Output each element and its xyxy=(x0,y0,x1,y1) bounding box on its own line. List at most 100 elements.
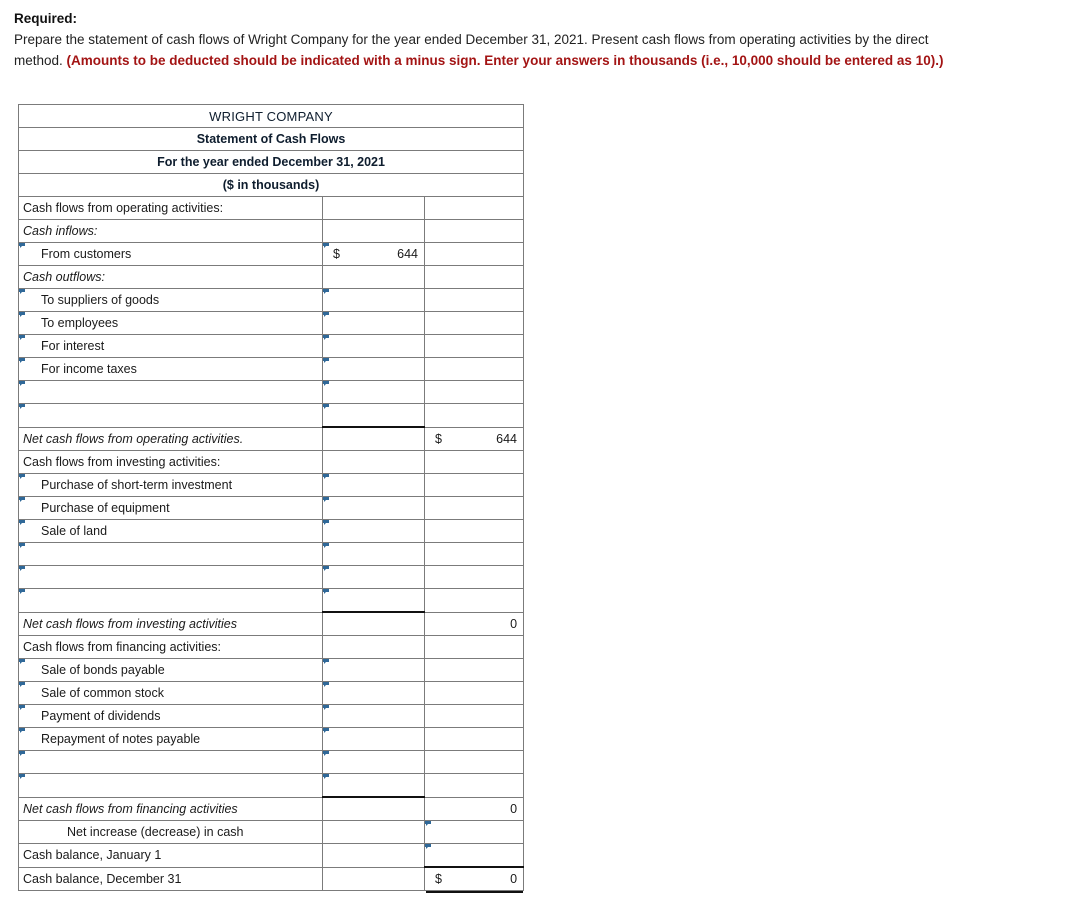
line-item-label: From customers xyxy=(41,247,132,261)
amount-content xyxy=(323,404,424,426)
amount-cell-mid xyxy=(322,219,425,243)
statement-title-header: Statement of Cash Flows xyxy=(17,127,525,151)
line-item-select[interactable] xyxy=(18,750,323,774)
chevron-down-icon xyxy=(19,774,25,779)
line-item-label-cell: Cash flows from operating activities: xyxy=(18,196,323,220)
line-item-select[interactable]: To suppliers of goods xyxy=(18,288,323,312)
line-item-select[interactable]: Sale of bonds payable xyxy=(18,658,323,682)
amount-input-mid[interactable] xyxy=(322,588,425,613)
line-item-select[interactable]: For income taxes xyxy=(18,357,323,381)
line-item-select[interactable] xyxy=(18,588,323,613)
line-item-select[interactable]: Sale of common stock xyxy=(18,681,323,705)
line-item-select[interactable]: To employees xyxy=(18,311,323,335)
line-item-select[interactable] xyxy=(18,565,323,589)
amount-cell-mid xyxy=(322,196,425,220)
table-row xyxy=(18,403,525,428)
line-item-label: Purchase of equipment xyxy=(41,501,170,515)
chevron-down-icon xyxy=(323,589,329,594)
amount-content xyxy=(425,197,523,219)
line-item-select[interactable]: Purchase of short-term investment xyxy=(18,473,323,497)
amount-cell-mid xyxy=(322,796,425,821)
amount-input-mid[interactable] xyxy=(322,288,425,312)
amount-input-mid[interactable] xyxy=(322,357,425,381)
table-row: From customers $644 xyxy=(18,242,525,266)
line-item-select[interactable]: Payment of dividends xyxy=(18,704,323,728)
line-item-label-cell: Cash flows from investing activities: xyxy=(18,450,323,474)
line-item-select[interactable] xyxy=(18,403,323,428)
amount-cell-right xyxy=(423,565,525,589)
line-item-select[interactable] xyxy=(18,773,323,798)
amount-input-mid[interactable] xyxy=(322,750,425,774)
amount-cell-right xyxy=(423,635,525,659)
amount-input-mid[interactable] xyxy=(322,496,425,520)
table-row: Purchase of short-term investment xyxy=(18,473,525,497)
amount-input-mid[interactable] xyxy=(322,542,425,566)
chevron-down-icon xyxy=(19,751,25,756)
amount-input-mid[interactable] xyxy=(322,681,425,705)
amount-value: 0 xyxy=(510,872,518,886)
cash-flow-worksheet: WRIGHT COMPANY Statement of Cash Flows F… xyxy=(17,104,525,895)
header-row-title: Statement of Cash Flows xyxy=(17,127,525,151)
amount-input-mid[interactable] xyxy=(322,334,425,358)
amount-input-mid[interactable] xyxy=(322,727,425,751)
amount-input-mid[interactable] xyxy=(322,658,425,682)
line-item-label: Sale of bonds payable xyxy=(41,663,165,677)
amount-input-mid[interactable] xyxy=(322,473,425,497)
table-row xyxy=(18,380,525,404)
amount-input-mid[interactable] xyxy=(322,403,425,428)
amount-content xyxy=(425,335,523,357)
line-item-label: Sale of common stock xyxy=(41,686,164,700)
chevron-down-icon xyxy=(19,381,25,386)
amount-content xyxy=(425,220,523,242)
line-item-select[interactable] xyxy=(18,380,323,404)
amount-cell-mid xyxy=(322,426,425,451)
amount-cell-right xyxy=(423,334,525,358)
amount-input-mid[interactable] xyxy=(322,311,425,335)
amount-cell-right xyxy=(423,773,525,798)
amount-input-mid[interactable] xyxy=(322,704,425,728)
amount-cell-right: $0 xyxy=(423,866,525,891)
line-item-select[interactable] xyxy=(18,542,323,566)
amount-input-mid[interactable] xyxy=(322,380,425,404)
amount-content: $644 xyxy=(323,243,424,265)
line-item-label: Net cash flows from investing activities xyxy=(23,616,237,631)
line-item-label: For income taxes xyxy=(41,362,137,376)
amount-input-mid[interactable] xyxy=(322,773,425,798)
amount-content xyxy=(323,266,424,288)
amount-cell-right xyxy=(423,265,525,289)
line-item-select[interactable]: From customers xyxy=(18,242,323,266)
line-item-label: Cash balance, December 31 xyxy=(23,871,182,886)
chevron-down-icon xyxy=(19,543,25,548)
table-row: Cash balance, December 31 $0 xyxy=(18,866,525,891)
line-item-select[interactable]: Repayment of notes payable xyxy=(18,727,323,751)
header-row-period: For the year ended December 31, 2021 xyxy=(17,150,525,174)
amount-cell-right xyxy=(423,727,525,751)
amount-content xyxy=(425,728,523,750)
chevron-down-icon xyxy=(323,358,329,363)
line-item-select[interactable]: Purchase of equipment xyxy=(18,496,323,520)
line-item-label-cell: Net cash flows from financing activities xyxy=(18,796,323,821)
amount-content xyxy=(323,312,424,334)
line-item-select[interactable]: Sale of land xyxy=(18,519,323,543)
amount-cell-right xyxy=(423,473,525,497)
table-row: Cash outflows: xyxy=(18,265,525,289)
amount-input-mid[interactable]: $644 xyxy=(322,242,425,266)
amount-content xyxy=(323,844,424,867)
amount-cell-right xyxy=(423,658,525,682)
amount-cell-mid xyxy=(322,820,425,844)
chevron-down-icon xyxy=(323,705,329,710)
line-item-select[interactable]: For interest xyxy=(18,334,323,358)
line-item-label-cell: Net cash flows from operating activities… xyxy=(18,426,323,451)
amount-input-right[interactable] xyxy=(423,843,525,868)
amount-content xyxy=(425,682,523,704)
amount-content xyxy=(323,821,424,843)
amount-input-mid[interactable] xyxy=(322,565,425,589)
amount-content xyxy=(323,774,424,796)
table-row: For income taxes xyxy=(18,357,525,381)
amount-input-right[interactable] xyxy=(423,820,525,844)
line-item-label-cell: Cash balance, January 1 xyxy=(18,843,323,868)
amount-input-mid[interactable] xyxy=(322,519,425,543)
chevron-down-icon xyxy=(323,497,329,502)
amount-content xyxy=(323,289,424,311)
chevron-down-icon xyxy=(323,659,329,664)
